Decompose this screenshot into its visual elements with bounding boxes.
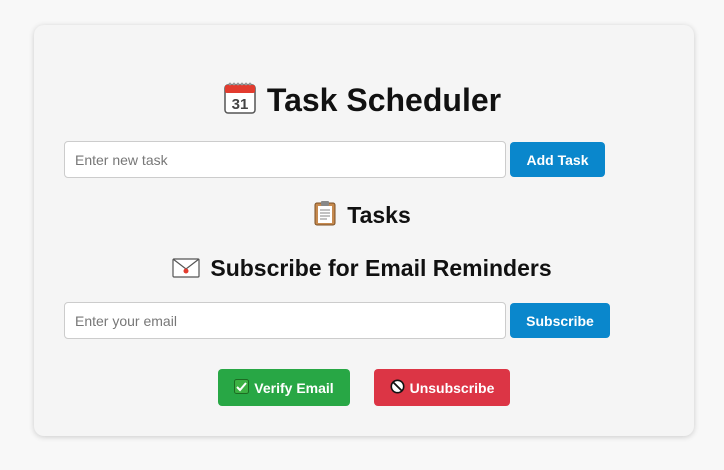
- check-mark-icon: [234, 378, 250, 397]
- tasks-heading-text: Tasks: [347, 202, 411, 228]
- prohibited-icon: [390, 379, 405, 397]
- calendar-icon: 31: [223, 81, 257, 124]
- verify-email-button[interactable]: Verify Email: [218, 369, 350, 406]
- add-task-button[interactable]: Add Task: [510, 142, 605, 177]
- add-task-button-label: Add Task: [526, 151, 589, 168]
- subscribe-heading-text: Subscribe for Email Reminders: [210, 255, 552, 281]
- unsubscribe-button[interactable]: Unsubscribe: [374, 369, 510, 406]
- page-title-text: Task Scheduler: [266, 82, 502, 118]
- email-input[interactable]: [64, 302, 506, 339]
- svg-text:31: 31: [232, 96, 249, 113]
- subscribe-heading: Subscribe for Email Reminders: [0, 253, 724, 285]
- verify-email-label: Verify Email: [254, 379, 334, 396]
- subscribe-button[interactable]: Subscribe: [510, 303, 610, 338]
- unsubscribe-label: Unsubscribe: [409, 379, 495, 396]
- clipboard-icon: [313, 200, 337, 233]
- envelope-icon: [172, 255, 200, 285]
- subscribe-button-label: Subscribe: [526, 312, 594, 329]
- tasks-heading: Tasks: [0, 200, 724, 233]
- task-input[interactable]: [64, 141, 506, 178]
- page-title: 31 Task Scheduler: [0, 80, 724, 124]
